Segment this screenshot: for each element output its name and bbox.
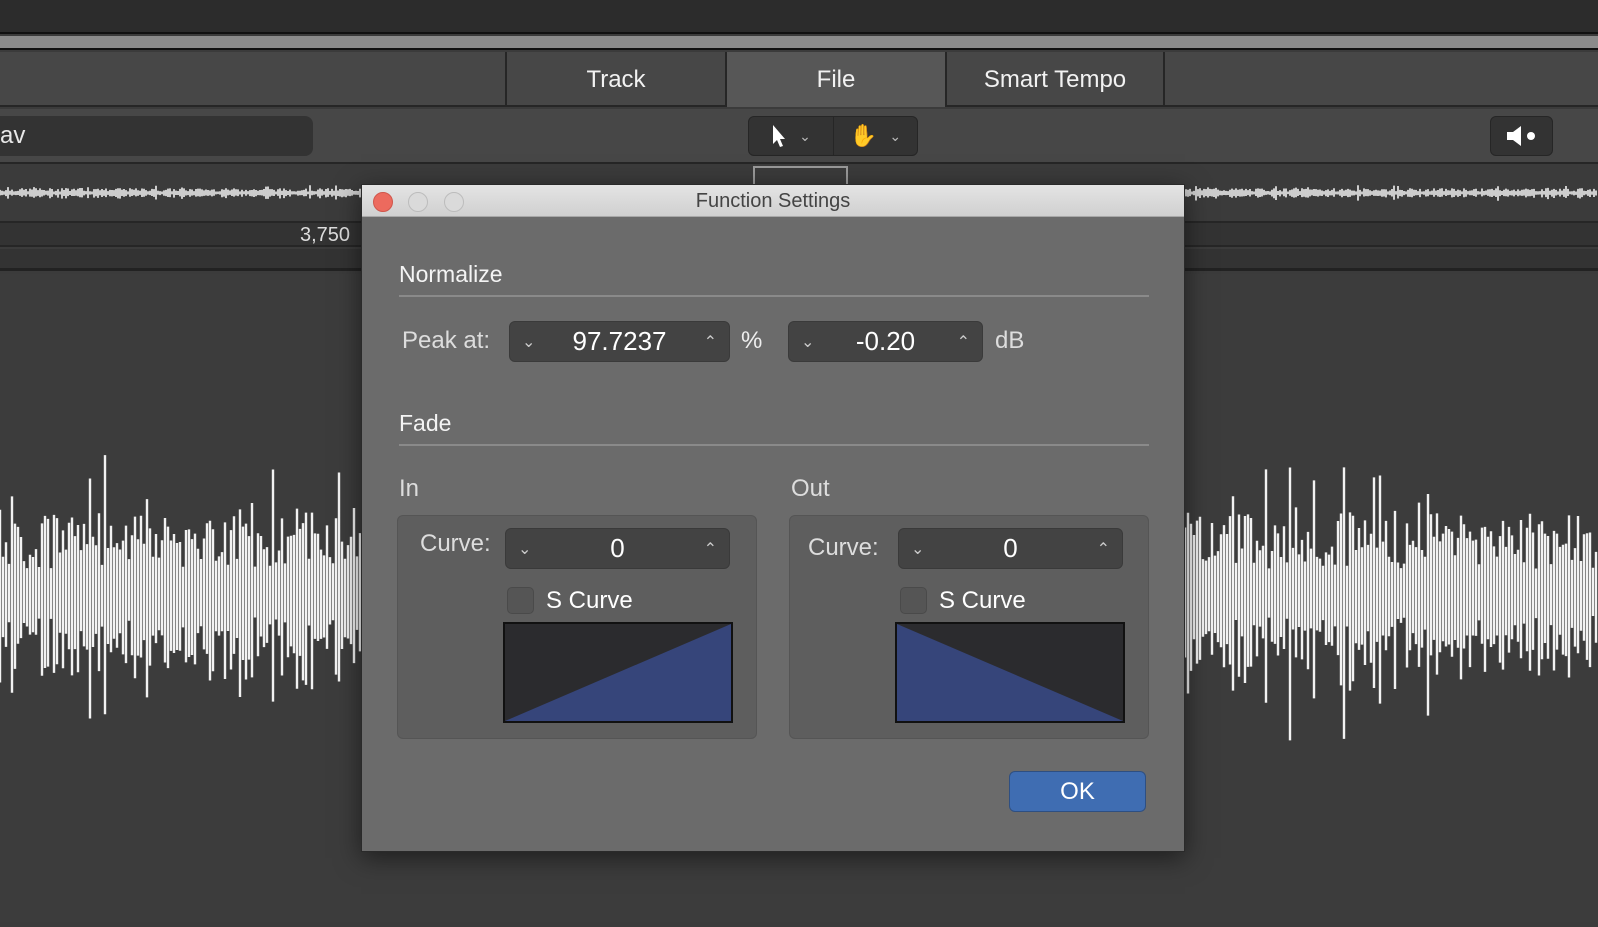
tab-file[interactable]: File — [725, 52, 945, 107]
tab-smart-tempo[interactable]: Smart Tempo — [945, 52, 1165, 107]
fade-out-panel: Curve: ⌄ 0 ⌃ S Curve — [789, 515, 1149, 739]
divider — [399, 295, 1149, 297]
speaker-icon — [1506, 126, 1535, 146]
chevron-down-icon[interactable]: ⌄ — [518, 539, 531, 559]
normalize-heading: Normalize — [399, 261, 503, 287]
chevron-up-icon[interactable]: ⌃ — [957, 332, 970, 352]
peak-db-value: -0.20 — [855, 326, 916, 356]
fade-out-curve-preview — [895, 622, 1125, 723]
chevron-up-icon[interactable]: ⌃ — [704, 332, 717, 352]
tab-track[interactable]: Track — [505, 52, 725, 107]
fade-in-curve-stepper[interactable]: ⌄ 0 ⌃ — [505, 528, 730, 569]
fade-in-curve-preview — [503, 622, 733, 723]
curve-value: 0 — [610, 533, 625, 563]
function-settings-dialog: Function Settings Normalize Peak at: ⌄ 9… — [361, 184, 1185, 852]
ok-button[interactable]: OK — [1009, 771, 1146, 812]
divider — [399, 444, 1149, 446]
fade-heading: Fade — [399, 410, 452, 436]
peak-label: Peak at: — [402, 327, 491, 354]
chevron-down-icon[interactable]: ⌄ — [801, 332, 814, 352]
file-name-field[interactable]: av — [0, 116, 313, 156]
fade-out-curve-stepper[interactable]: ⌄ 0 ⌃ — [898, 528, 1123, 569]
ruler-label: 3,750 — [300, 224, 351, 246]
chevron-up-icon[interactable]: ⌃ — [704, 539, 717, 559]
tab-label: Track — [586, 65, 646, 93]
s-curve-checkbox[interactable] — [900, 587, 927, 614]
peak-db-stepper[interactable]: ⌄ -0.20 ⌃ — [788, 321, 983, 362]
tab-label: File — [816, 65, 856, 93]
chevron-up-icon[interactable]: ⌃ — [1097, 539, 1110, 559]
chevron-down-icon: ⌄ — [889, 127, 902, 144]
fade-in-panel: Curve: ⌄ 0 ⌃ S Curve — [397, 515, 757, 739]
fade-out-label: Out — [791, 475, 830, 502]
fade-in-label: In — [399, 475, 420, 502]
hand-icon: ✋ — [849, 123, 878, 148]
visible-area-marker[interactable] — [753, 166, 848, 186]
speaker-button[interactable] — [1490, 116, 1553, 156]
tool-selector: ⌄ ✋ ⌄ — [748, 116, 918, 156]
curve-label: Curve: — [420, 530, 491, 557]
scroll-strip[interactable] — [0, 36, 1598, 50]
pointer-icon — [773, 125, 786, 147]
percent-unit: % — [741, 327, 763, 354]
tab-bar: Track File Smart Tempo — [0, 52, 1598, 107]
pointer-tool-button[interactable]: ⌄ — [749, 117, 833, 155]
s-curve-checkbox[interactable] — [507, 587, 534, 614]
toolbar: av ⌄ ✋ ⌄ — [0, 109, 1598, 164]
tab-label: Smart Tempo — [983, 65, 1127, 93]
hand-tool-button[interactable]: ✋ ⌄ — [833, 117, 917, 155]
chevron-down-icon[interactable]: ⌄ — [911, 539, 924, 559]
curve-label: Curve: — [808, 534, 879, 561]
s-curve-label: S Curve — [939, 587, 1026, 614]
chevron-down-icon: ⌄ — [799, 127, 811, 144]
chevron-down-icon[interactable]: ⌄ — [522, 332, 535, 352]
title-bar[interactable]: Function Settings — [362, 185, 1184, 217]
top-bar — [0, 0, 1598, 34]
dialog-title: Function Settings — [695, 190, 851, 212]
peak-percent-value: 97.7237 — [572, 326, 667, 356]
s-curve-label: S Curve — [546, 587, 633, 614]
peak-percent-stepper[interactable]: ⌄ 97.7237 ⌃ — [509, 321, 730, 362]
fade-out-shape — [897, 624, 1123, 721]
curve-value: 0 — [1003, 533, 1018, 563]
db-unit: dB — [995, 327, 1025, 354]
fade-in-shape — [505, 624, 731, 721]
